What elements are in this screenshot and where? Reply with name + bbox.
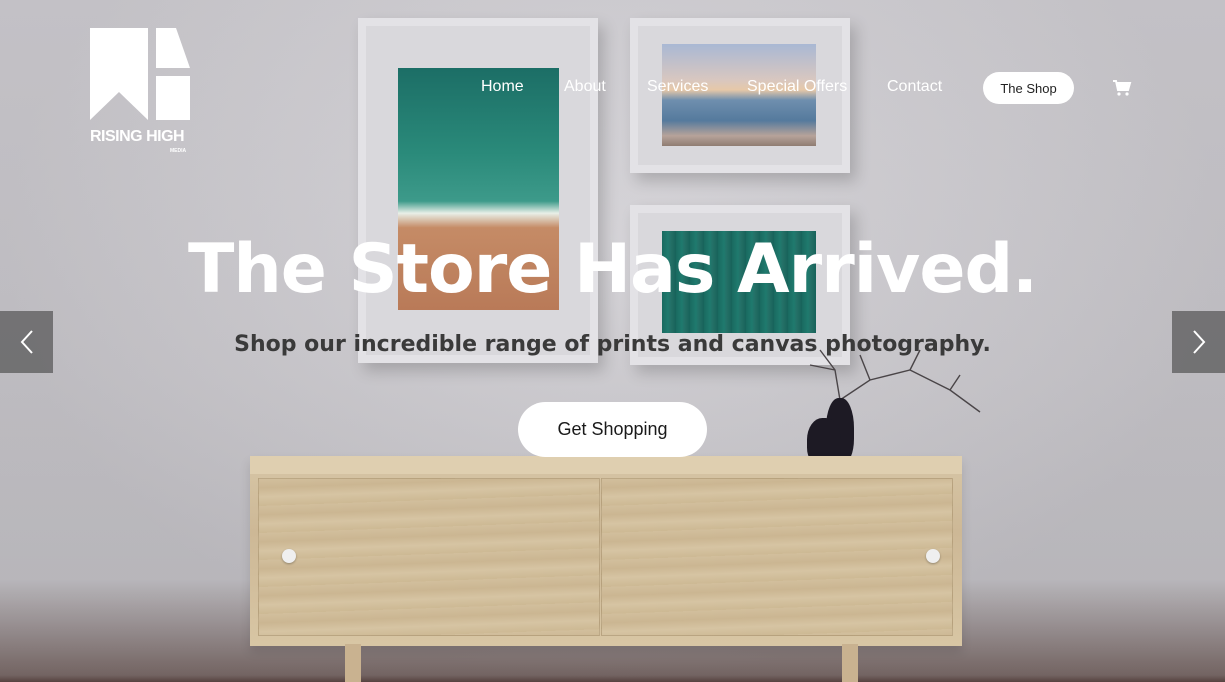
sideboard-door-right bbox=[601, 478, 953, 636]
nav-special-offers[interactable]: Special Offers bbox=[747, 78, 847, 96]
wooden-sideboard bbox=[250, 456, 962, 646]
sideboard-top bbox=[250, 456, 962, 474]
nav-home[interactable]: Home bbox=[481, 78, 524, 96]
chevron-right-icon bbox=[1192, 330, 1205, 354]
sideboard-leg-right bbox=[842, 644, 858, 682]
carousel-prev-button[interactable] bbox=[0, 311, 53, 373]
picture-frame-left bbox=[358, 18, 598, 363]
brand-name: RISING HIGH bbox=[90, 128, 185, 145]
sideboard-leg-left bbox=[345, 644, 361, 682]
sideboard-knob-right bbox=[926, 549, 940, 563]
chevron-left-icon bbox=[20, 330, 33, 354]
main-navigation: Home About Services Special Offers Conta… bbox=[0, 72, 1225, 104]
sideboard-knob-left bbox=[282, 549, 296, 563]
nav-about[interactable]: About bbox=[564, 78, 606, 96]
hero-subheadline: Shop our incredible range of prints and … bbox=[234, 332, 991, 357]
hero-headline: The Store Has Arrived. bbox=[187, 230, 1038, 309]
sideboard-door-left bbox=[258, 478, 600, 636]
nav-contact[interactable]: Contact bbox=[887, 78, 942, 96]
the-shop-button[interactable]: The Shop bbox=[983, 72, 1074, 104]
carousel-next-button[interactable] bbox=[1172, 311, 1225, 373]
get-shopping-button[interactable]: Get Shopping bbox=[518, 402, 707, 457]
shopping-cart-icon[interactable] bbox=[1112, 78, 1132, 98]
brand-subtitle: MEDIA bbox=[170, 148, 187, 154]
nav-services[interactable]: Services bbox=[647, 78, 708, 96]
